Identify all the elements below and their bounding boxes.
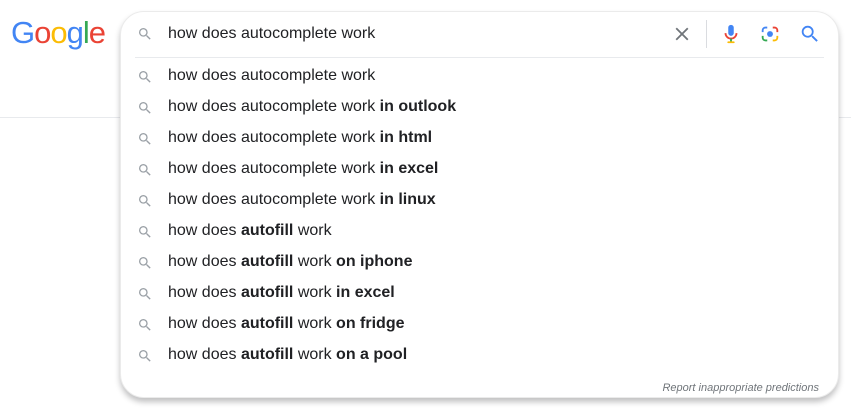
suggestion-completion: in excel xyxy=(336,284,395,301)
suggestion-text: how does autofill work on a pool xyxy=(168,345,407,365)
suggestion-text: how does autocomplete work in linux xyxy=(168,190,436,210)
suggestion-completion: autofill xyxy=(240,253,294,270)
suggestion-item[interactable]: how does autocomplete work in linux xyxy=(121,185,838,216)
search-icon xyxy=(139,195,151,207)
microphone-icon[interactable] xyxy=(720,22,742,46)
suggestion-list: how does autocomplete work how does autoc… xyxy=(121,61,838,371)
suggestion-prefix: how does xyxy=(168,284,241,301)
suggestion-completion: on iphone xyxy=(336,253,413,270)
suggestion-completion: autofill xyxy=(240,284,294,301)
suggestion-completion: in excel xyxy=(379,160,439,177)
suggestion-text: how does autocomplete work in outlook xyxy=(168,97,456,117)
suggestion-item[interactable]: how does autofill work on iphone xyxy=(121,247,838,278)
search-icon xyxy=(139,257,151,269)
search-box[interactable]: how does autocomplete work xyxy=(121,12,838,57)
suggestion-prefix: work xyxy=(293,253,337,270)
suggestion-item[interactable]: how does autocomplete work in outlook xyxy=(121,92,838,123)
search-icon xyxy=(139,319,151,331)
search-autocomplete-popup: how does autocomplete work how does auto… xyxy=(120,11,839,398)
suggestion-text: how does autocomplete work in html xyxy=(168,128,432,148)
logo-letter: g xyxy=(66,15,84,50)
suggestion-item[interactable]: how does autocomplete work in html xyxy=(121,123,838,154)
suggestion-prefix: how does xyxy=(168,315,241,332)
suggestion-prefix: how does xyxy=(168,253,241,270)
suggestion-item[interactable]: how does autocomplete work xyxy=(121,61,838,92)
suggestion-completion: in outlook xyxy=(379,98,457,115)
logo-letter: G xyxy=(11,15,35,50)
suggestion-prefix: how does xyxy=(168,222,241,239)
suggestion-prefix: how does autocomplete work xyxy=(168,129,380,146)
toolbar-separator xyxy=(706,20,707,48)
suggestion-item[interactable]: how does autofill work in excel xyxy=(121,278,838,309)
suggestion-text: how does autofill work xyxy=(168,221,332,241)
search-box-divider xyxy=(135,57,824,58)
suggestion-prefix: work xyxy=(293,315,337,332)
suggestion-prefix: work xyxy=(293,284,337,301)
camera-lens-icon[interactable] xyxy=(759,23,781,45)
suggestion-completion: autofill xyxy=(240,346,294,363)
search-icon xyxy=(139,102,151,114)
suggestion-prefix: work xyxy=(293,346,337,363)
search-icon[interactable] xyxy=(799,23,821,45)
suggestion-completion: in linux xyxy=(379,191,436,208)
suggestion-completion: in html xyxy=(379,129,433,146)
suggestion-completion: autofill xyxy=(240,315,294,332)
search-icon xyxy=(139,133,151,145)
suggestion-completion: autofill xyxy=(240,222,294,239)
suggestion-text: how does autocomplete work in excel xyxy=(168,159,438,179)
logo-letter: o xyxy=(50,15,67,50)
google-logo[interactable]: Google xyxy=(11,15,106,50)
search-icon xyxy=(139,71,151,83)
suggestion-completion: on fridge xyxy=(336,315,405,332)
suggestion-item[interactable]: how does autofill work xyxy=(121,216,838,247)
suggestion-text: how does autofill work on fridge xyxy=(168,314,404,334)
search-icon xyxy=(139,288,151,300)
search-icon xyxy=(139,226,151,238)
logo-letter: o xyxy=(34,15,51,50)
search-page: Google how does autocomplete work how do… xyxy=(0,0,851,408)
search-input[interactable]: how does autocomplete work xyxy=(168,24,375,44)
suggestion-prefix: how does xyxy=(168,346,241,363)
logo-letter: e xyxy=(88,15,106,50)
suggestion-prefix: how does autocomplete work xyxy=(168,191,380,208)
suggestion-completion: on a pool xyxy=(336,346,408,363)
search-icon xyxy=(139,28,151,40)
suggestion-item[interactable]: how does autofill work on a pool xyxy=(121,340,838,371)
suggestion-prefix: work xyxy=(293,222,332,239)
report-predictions-link[interactable]: Report inappropriate predictions xyxy=(662,382,819,394)
suggestion-prefix: how does autocomplete work xyxy=(168,98,380,115)
close-icon[interactable] xyxy=(671,23,693,45)
suggestion-prefix: how does autocomplete work xyxy=(168,160,380,177)
suggestion-text: how does autocomplete work xyxy=(168,66,375,86)
suggestion-text: how does autofill work in excel xyxy=(168,283,395,303)
suggestion-item[interactable]: how does autofill work on fridge xyxy=(121,309,838,340)
suggestion-text: how does autofill work on iphone xyxy=(168,252,412,272)
search-icon xyxy=(139,350,151,362)
search-icon xyxy=(139,164,151,176)
suggestion-item[interactable]: how does autocomplete work in excel xyxy=(121,154,838,185)
suggestion-prefix: how does autocomplete work xyxy=(168,67,376,84)
